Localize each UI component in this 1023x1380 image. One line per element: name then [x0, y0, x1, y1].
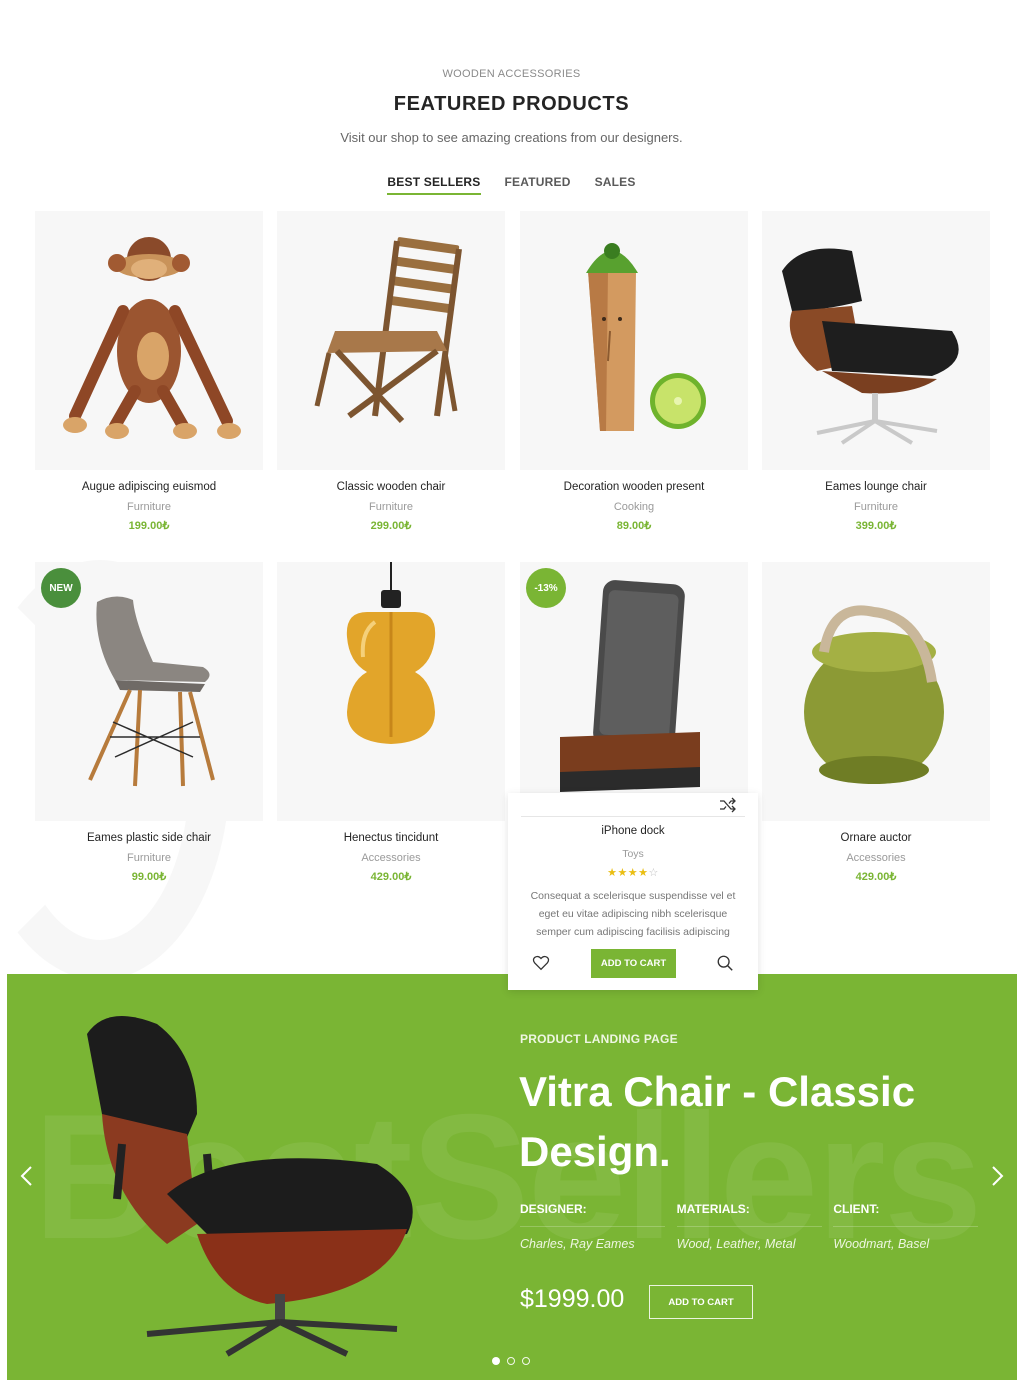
- meta-client: CLIENT: Woodmart, Basel: [833, 1202, 990, 1251]
- banner-price: $1999.00: [520, 1285, 625, 1313]
- meta-label: DESIGNER:: [520, 1202, 665, 1227]
- wooden-chair-image: [314, 237, 462, 424]
- product-category[interactable]: Accessories: [762, 852, 990, 864]
- sale-badge: -13%: [526, 568, 566, 608]
- product-category[interactable]: Furniture: [35, 501, 263, 513]
- ornare-stool-image: [804, 605, 944, 784]
- product-meta: DESIGNER: Charles, Ray Eames MATERIALS: …: [520, 1202, 990, 1251]
- product-price: 399.00₺: [855, 520, 897, 532]
- product-card[interactable]: Eames lounge chair Furniture 399.00₺: [762, 211, 990, 532]
- product-card[interactable]: Augue adipiscing euismod Furniture 199.0…: [35, 211, 263, 532]
- product-image[interactable]: [762, 211, 990, 470]
- new-badge: NEW: [41, 568, 81, 608]
- product-image[interactable]: [762, 562, 990, 821]
- vitra-chair-image: [87, 1016, 413, 1357]
- product-price: 199.00₺: [128, 520, 170, 532]
- product-hover-card[interactable]: iPhone dock Toys ★★★★☆ Consequat a scele…: [508, 793, 758, 990]
- product-image[interactable]: [520, 211, 748, 470]
- meta-label: CLIENT:: [833, 1202, 979, 1227]
- tab-best-sellers[interactable]: BEST SELLERS: [387, 175, 481, 195]
- slider-dot[interactable]: [507, 1357, 515, 1365]
- divider: [521, 816, 745, 817]
- add-to-cart-button[interactable]: ADD TO CART: [591, 949, 676, 978]
- wooden-monkey-image: [63, 237, 241, 439]
- search-icon[interactable]: [716, 954, 734, 972]
- product-name[interactable]: Eames lounge chair: [762, 481, 990, 493]
- slider-dot[interactable]: [522, 1357, 530, 1365]
- meta-value: Woodmart, Basel: [833, 1237, 930, 1251]
- product-price: 429.00₺: [370, 871, 412, 883]
- eames-lounge-chair-image: [782, 248, 959, 445]
- slider-dot[interactable]: [492, 1357, 500, 1365]
- product-card[interactable]: Henectus tincidunt Accessories 429.00₺: [277, 562, 505, 883]
- banner-add-to-cart-button[interactable]: ADD TO CART: [649, 1285, 753, 1319]
- product-name[interactable]: iPhone dock: [508, 825, 758, 837]
- shuffle-icon[interactable]: [718, 795, 738, 815]
- tab-sales[interactable]: SALES: [595, 175, 636, 195]
- meta-materials: MATERIALS: Wood, Leather, Metal: [676, 1202, 834, 1251]
- product-category[interactable]: Cooking: [520, 501, 748, 513]
- product-category[interactable]: Accessories: [277, 852, 505, 864]
- slider-pagination: [492, 1357, 530, 1365]
- product-name[interactable]: Classic wooden chair: [277, 481, 505, 493]
- heart-icon[interactable]: [532, 954, 550, 972]
- product-price: 429.00₺: [855, 871, 897, 883]
- product-tabs: BEST SELLERS FEATURED SALES: [0, 175, 1023, 195]
- product-card[interactable]: -13%: [520, 562, 748, 821]
- chevron-left-icon[interactable]: [17, 1164, 37, 1188]
- section-description: Visit our shop to see amazing creations …: [340, 130, 683, 145]
- product-category[interactable]: Toys: [508, 848, 758, 860]
- product-name[interactable]: Henectus tincidunt: [277, 832, 505, 844]
- tab-featured[interactable]: FEATURED: [505, 175, 571, 195]
- product-card[interactable]: Decoration wooden present Cooking 89.00₺: [520, 211, 748, 532]
- meta-designer: DESIGNER: Charles, Ray Eames: [520, 1202, 677, 1251]
- meta-label: MATERIALS:: [676, 1202, 822, 1227]
- product-category[interactable]: Furniture: [762, 501, 990, 513]
- product-card[interactable]: NEW Eames plastic side chair Furniture 9…: [35, 562, 263, 883]
- product-name[interactable]: Eames plastic side chair: [35, 832, 263, 844]
- section-subtitle: WOODEN ACCESSORIES: [442, 68, 581, 80]
- product-card[interactable]: Ornare auctor Accessories 429.00₺: [762, 562, 990, 883]
- section-header: WOODEN ACCESSORIES FEATURED PRODUCTS Vis…: [0, 68, 1023, 145]
- product-price: 89.00₺: [616, 520, 652, 532]
- banner-heading: Vitra Chair - Classic Design.: [519, 1068, 916, 1175]
- chevron-right-icon[interactable]: [987, 1164, 1007, 1188]
- meta-value: Charles, Ray Eames: [520, 1237, 635, 1251]
- product-price: 299.00₺: [370, 520, 412, 532]
- product-card[interactable]: Classic wooden chair Furniture 299.00₺: [277, 211, 505, 532]
- product-image[interactable]: -13%: [520, 562, 748, 821]
- product-category[interactable]: Furniture: [277, 501, 505, 513]
- rating-stars: ★★★★☆: [607, 867, 659, 879]
- product-name[interactable]: Ornare auctor: [762, 832, 990, 844]
- product-price: 99.00₺: [131, 871, 167, 883]
- product-image[interactable]: [35, 211, 263, 470]
- product-image[interactable]: NEW: [35, 562, 263, 821]
- section-title: FEATURED PRODUCTS: [393, 93, 630, 115]
- pendant-lamp-image: [346, 562, 436, 744]
- meta-value: Wood, Leather, Metal: [676, 1237, 796, 1251]
- product-image[interactable]: [277, 562, 505, 821]
- decoration-wooden-present-image: [586, 243, 706, 431]
- banner-kicker: PRODUCT LANDING PAGE: [520, 1032, 678, 1046]
- product-description: Consequat a scelerisque suspendisse vel …: [530, 890, 736, 938]
- product-landing-banner: BestSellers PRODUCT LANDING PAGE Vitra C…: [7, 974, 1017, 1380]
- product-category[interactable]: Furniture: [35, 852, 263, 864]
- product-name[interactable]: Augue adipiscing euismod: [35, 481, 263, 493]
- product-image[interactable]: [277, 211, 505, 470]
- product-name[interactable]: Decoration wooden present: [520, 481, 748, 493]
